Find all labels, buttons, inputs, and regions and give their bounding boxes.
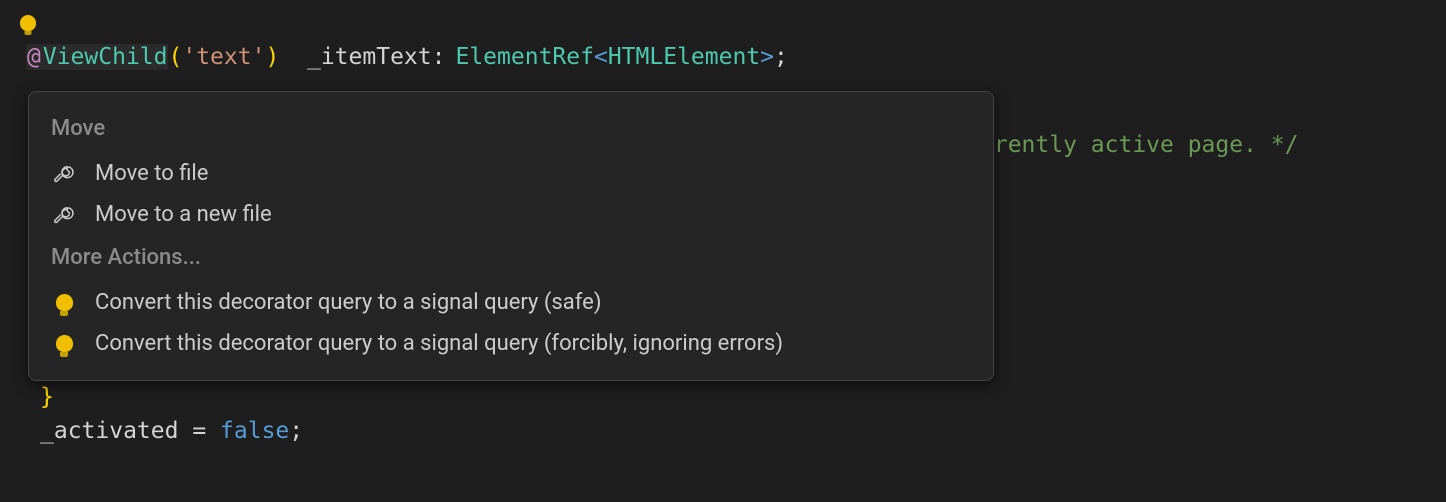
- wrench-icon: [51, 204, 77, 226]
- group-header-move: Move: [29, 106, 993, 153]
- code-line-viewchild[interactable]: @ViewChild('text') _itemText: ElementRef<…: [10, 40, 1446, 74]
- type-htmlelement: HTMLElement: [608, 44, 760, 70]
- false-keyword: false: [220, 418, 289, 444]
- group-header-more-actions: More Actions...: [29, 235, 993, 282]
- bulb-icon: [20, 15, 36, 31]
- action-label: Convert this decorator query to a signal…: [95, 331, 783, 356]
- open-paren: (: [168, 44, 182, 70]
- close-brace: }: [40, 384, 54, 410]
- code-actions-popup: Move Move to file Move to a new file Mor…: [28, 91, 994, 381]
- wrench-icon: [51, 163, 77, 185]
- lightbulb-gutter[interactable]: [10, 6, 1446, 40]
- identifier-itemtext: _itemText: [279, 44, 431, 70]
- decorator-name: ViewChild: [42, 44, 169, 70]
- angle-open: <: [594, 44, 608, 70]
- close-brace-line[interactable]: }: [40, 380, 1446, 414]
- ident-activated: _activated: [40, 418, 178, 444]
- activated-line[interactable]: _activated = false;: [40, 414, 1446, 448]
- type-elementref: ElementRef: [455, 44, 593, 70]
- bulb-icon: [51, 335, 77, 352]
- action-label: Move to a new file: [95, 202, 272, 227]
- bulb-icon: [51, 294, 77, 311]
- semicolon-2: ;: [289, 418, 303, 444]
- action-move-to-file[interactable]: Move to file: [29, 153, 993, 194]
- comment-text: rrently active page. */: [980, 132, 1299, 158]
- decorator-at: @: [26, 44, 42, 70]
- action-convert-signal-forcibly[interactable]: Convert this decorator query to a signal…: [29, 323, 993, 364]
- semicolon: ;: [774, 44, 788, 70]
- colon: :: [432, 44, 446, 70]
- action-label: Convert this decorator query to a signal…: [95, 290, 601, 315]
- close-paren: ): [265, 44, 279, 70]
- equals: =: [178, 418, 220, 444]
- action-convert-signal-safe[interactable]: Convert this decorator query to a signal…: [29, 282, 993, 323]
- action-label: Move to file: [95, 161, 208, 186]
- action-move-to-new-file[interactable]: Move to a new file: [29, 194, 993, 235]
- angle-close: >: [760, 44, 774, 70]
- string-arg: 'text': [182, 44, 265, 70]
